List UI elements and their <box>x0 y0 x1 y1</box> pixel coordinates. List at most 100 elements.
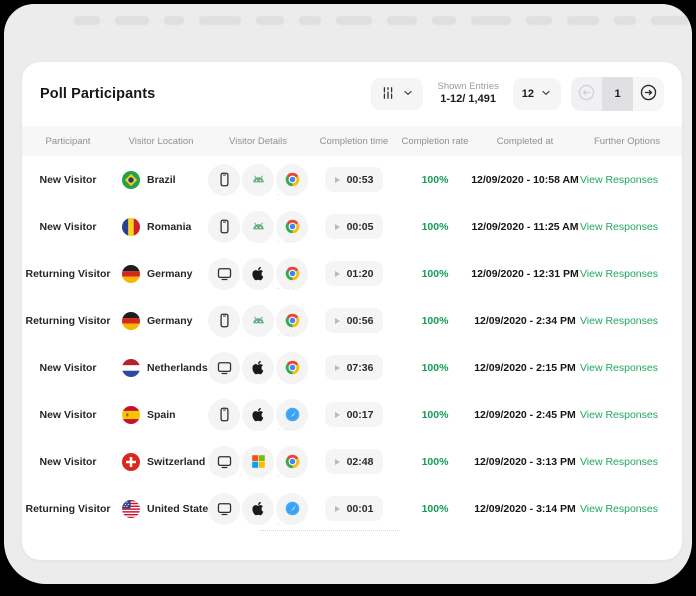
completion-rate-cell: 100% <box>400 268 470 280</box>
participant-cell: New Visitor <box>22 221 114 233</box>
current-page[interactable]: 1 <box>602 77 633 111</box>
view-responses-link[interactable]: View Responses <box>580 456 658 468</box>
more-details-dots: . . . <box>277 329 296 338</box>
previous-page-button[interactable] <box>571 77 602 111</box>
completed-at-cell: 12/09/2020 - 10:58 AM <box>470 174 580 186</box>
card-header: Poll Participants Shown Entries 1-12/ 1,… <box>22 62 682 126</box>
filter-button[interactable] <box>371 78 423 110</box>
more-details-dots: . . . <box>277 517 296 526</box>
table-body: New Visitor Brazil . . . 00:53 100% 12/0… <box>22 156 682 532</box>
play-icon <box>335 412 340 418</box>
participant-cell: New Visitor <box>22 409 114 421</box>
table-row: Returning Visitor Germany . . . 00:56 10… <box>22 297 682 344</box>
visitor-details-cell: . . . <box>208 305 308 337</box>
chevron-down-icon <box>402 87 414 102</box>
more-details-dots: . . . <box>277 376 296 385</box>
participant-cell: New Visitor <box>22 174 114 186</box>
visitor-location-cell: Spain <box>114 406 208 424</box>
desktop-icon <box>208 258 240 290</box>
completion-rate-value: 100% <box>422 268 449 280</box>
further-options-cell: View Responses <box>580 268 682 280</box>
visitor-details-cell: . . . <box>208 399 308 431</box>
country-label: Germany <box>147 268 193 280</box>
view-responses-link[interactable]: View Responses <box>580 362 658 374</box>
completed-at-cell: 12/09/2020 - 2:34 PM <box>470 315 580 327</box>
completion-rate-cell: 100% <box>400 409 470 421</box>
page-size-dropdown[interactable]: 12 <box>513 78 561 110</box>
visitor-location-cell: Brazil <box>114 171 208 189</box>
participant-type: Returning Visitor <box>26 503 111 515</box>
desktop-icon <box>208 352 240 384</box>
play-completion-time-button[interactable]: 00:05 <box>325 214 384 239</box>
visitor-details-cell: . . . <box>208 258 308 290</box>
play-completion-time-button[interactable]: 07:36 <box>325 355 384 380</box>
more-details-dots: . . . <box>277 188 296 197</box>
play-completion-time-button[interactable]: 00:56 <box>325 308 384 333</box>
more-details-dots: . . . <box>277 282 296 291</box>
table-row: New Visitor Switzerland . . . 02:48 100%… <box>22 438 682 485</box>
participant-cell: Returning Visitor <box>22 268 114 280</box>
country-label: Germany <box>147 315 193 327</box>
view-responses-link[interactable]: View Responses <box>580 409 658 421</box>
arrow-right-circle-icon <box>639 83 658 105</box>
mobile-icon <box>208 399 240 431</box>
visitor-location-cell: Germany <box>114 312 208 330</box>
table-header-row: Participant Visitor Location Visitor Det… <box>22 126 682 156</box>
completed-at-value: 12/09/2020 - 2:34 PM <box>474 315 576 327</box>
table-row: Returning Visitor Germany . . . 01:20 10… <box>22 250 682 297</box>
desktop-icon <box>208 493 240 525</box>
ghost-toolbar <box>74 16 652 26</box>
completed-at-cell: 12/09/2020 - 12:31 PM <box>470 268 580 280</box>
android-icon <box>242 164 274 196</box>
table-row: Returning Visitor United States . . . 00… <box>22 485 682 532</box>
windows-icon <box>242 446 274 478</box>
participant-type: New Visitor <box>40 456 97 468</box>
germany-flag-icon <box>122 265 140 283</box>
view-responses-link[interactable]: View Responses <box>580 268 658 280</box>
play-completion-time-button[interactable]: 00:53 <box>325 167 384 192</box>
switzerland-flag-icon <box>122 453 140 471</box>
completion-time-cell: 02:48 <box>308 449 400 474</box>
visitor-location-cell: Switzerland <box>114 453 208 471</box>
visitor-details-cell: . . . <box>208 493 308 525</box>
participant-type: New Visitor <box>40 174 97 186</box>
pagination: 1 <box>571 77 664 111</box>
participant-cell: Returning Visitor <box>22 503 114 515</box>
visitor-details-cell: . . . <box>208 164 308 196</box>
completed-at-value: 12/09/2020 - 12:31 PM <box>471 268 578 280</box>
completion-rate-cell: 100% <box>400 174 470 186</box>
completion-rate-value: 100% <box>422 174 449 186</box>
completed-at-cell: 12/09/2020 - 3:14 PM <box>470 503 580 515</box>
poll-participants-card: Poll Participants Shown Entries 1-12/ 1,… <box>22 62 682 560</box>
country-label: Switzerland <box>147 456 205 468</box>
further-options-cell: View Responses <box>580 174 682 186</box>
play-completion-time-button[interactable]: 02:48 <box>325 449 384 474</box>
next-page-button[interactable] <box>633 77 664 111</box>
completion-rate-value: 100% <box>422 409 449 421</box>
further-options-cell: View Responses <box>580 409 682 421</box>
apple-icon <box>242 258 274 290</box>
completed-at-value: 12/09/2020 - 2:45 PM <box>474 409 576 421</box>
play-icon <box>335 506 340 512</box>
shown-entries-label: Shown Entries <box>437 81 498 93</box>
view-responses-link[interactable]: View Responses <box>580 174 658 186</box>
play-completion-time-button[interactable]: 00:17 <box>325 402 384 427</box>
country-label: United States <box>147 503 214 515</box>
participant-type: New Visitor <box>40 362 97 374</box>
column-header-completed-at: Completed at <box>470 136 580 147</box>
completion-time-cell: 01:20 <box>308 261 400 286</box>
play-completion-time-button[interactable]: 01:20 <box>325 261 384 286</box>
play-icon <box>335 318 340 324</box>
completion-time-value: 02:48 <box>347 456 374 468</box>
completion-time-cell: 07:36 <box>308 355 400 380</box>
play-completion-time-button[interactable]: 00:01 <box>325 496 384 521</box>
shown-entries: Shown Entries 1-12/ 1,491 <box>433 81 502 107</box>
germany-flag-icon <box>122 312 140 330</box>
play-icon <box>335 365 340 371</box>
view-responses-link[interactable]: View Responses <box>580 221 658 233</box>
further-options-cell: View Responses <box>580 221 682 233</box>
column-header-visitor-details: Visitor Details <box>208 136 308 147</box>
view-responses-link[interactable]: View Responses <box>580 315 658 327</box>
completion-rate-value: 100% <box>422 221 449 233</box>
view-responses-link[interactable]: View Responses <box>580 503 658 515</box>
